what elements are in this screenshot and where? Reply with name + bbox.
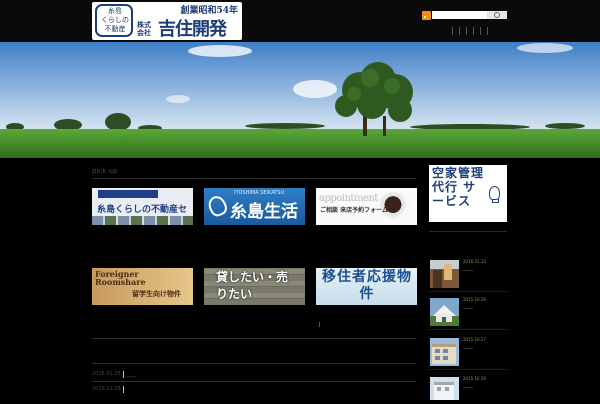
fish-icon [205,193,230,219]
banner-title-bar [98,190,158,198]
banner-itoshima-select[interactable]: 糸島くらしの不動産セレクト [92,188,193,225]
pickup-divider [92,178,416,179]
post-date: 2015.10.27 [463,337,486,342]
coffee-cup-icon [375,192,411,220]
banner-itoshima-seikatsu[interactable]: ITOSHIMA SEIKATSU 糸島生活 [204,188,305,225]
post-thumbnail[interactable] [430,298,459,326]
post-divider [429,369,507,370]
banner-appointment[interactable]: appointment ご相談 来店予約フォーム [316,188,417,225]
nav-link[interactable] [487,27,488,35]
lightbulb-icon [489,186,500,203]
banner-lend-sell[interactable]: 貸したい・売りたい [204,268,305,305]
sidebar-post[interactable]: 2015.10.27 [429,337,507,370]
logo-emblem-line: くらしの [101,16,129,24]
banner-label: 貸したい・売りたい [216,270,289,301]
logo-emblem: 糸島 くらしの 不動産 [95,4,133,37]
search-input[interactable] [432,11,487,19]
banner-photo-strip [92,216,193,225]
news-date: 2015.12.28 [92,386,121,392]
rss-icon[interactable] [422,11,431,20]
post-date: 2015.10.26 [463,376,486,381]
hero-landscape-image [0,42,600,158]
post-title-placeholder [463,270,473,271]
sidebar-divider [429,231,507,232]
banner-label: 移住者応援物件 [322,269,412,302]
post-title-placeholder [463,348,473,349]
banner-label-en: Foreigner Roomshare [95,269,146,287]
header-nav [452,27,488,35]
logo-company-type: 株式 会社 [137,21,157,37]
nav-link[interactable] [459,27,460,35]
post-date: 2016.01.13 [463,259,486,264]
banner-label-jp: ご相談 来店予約フォーム [320,207,388,214]
nav-link[interactable] [466,27,467,35]
news-item[interactable]: 2016.01.25 ____ [92,370,136,378]
hero-slider[interactable] [0,42,600,158]
post-title-placeholder [463,308,473,309]
news-separator [122,385,124,393]
nav-link[interactable] [452,27,453,35]
company-logo[interactable]: 糸島 くらしの 不動産 創業昭和54年 株式 会社 吉住開発 [92,2,242,40]
news-separator [122,370,124,378]
nav-link[interactable] [473,27,474,35]
pickup-heading: pick up [92,167,118,175]
header-bar: 糸島 くらしの 不動産 創業昭和54年 株式 会社 吉住開発 [0,0,600,42]
banner-label-jp: 留学生向け物件 [132,290,181,298]
news-item[interactable]: 2015.12.28 [92,385,126,393]
search-button[interactable] [487,11,507,19]
sidebar-post[interactable]: 2016.01.13 [429,259,507,292]
post-thumbnail[interactable] [430,377,459,400]
banner-label: 空家管理 代行 サービス [432,166,485,208]
news-title[interactable]: ____ [126,371,136,377]
search-icon [494,12,500,18]
post-date: 2015.10.26 [463,297,486,302]
banner-label-en: appointment [319,193,378,204]
banner-relocation-support[interactable]: 移住者応援物件 [316,268,417,305]
post-divider [429,291,507,292]
news-divider [92,363,416,364]
news-divider [92,338,416,339]
list-marker [319,322,320,327]
post-title-placeholder [463,387,473,388]
post-divider [429,329,507,330]
banner-foreigner-roomshare[interactable]: Foreigner Roomshare 留学生向け物件 [92,268,193,305]
news-divider [92,381,416,382]
post-thumbnail[interactable] [430,260,459,288]
sidebar-post[interactable]: 2015.10.26 [429,297,507,330]
logo-emblem-line: 糸島 [108,7,122,15]
logo-emblem-line: 不動産 [104,25,126,33]
post-thumbnail[interactable] [430,338,459,366]
news-date: 2016.01.25 [92,371,121,377]
logo-company-name: 吉住開発 [158,19,227,40]
nav-link[interactable] [480,27,481,35]
banner-vacant-house-management[interactable]: 空家管理 代行 サービス [429,165,507,222]
sidebar-post[interactable]: 2015.10.26 [429,376,507,400]
banner-label: 糸島生活 [230,202,298,222]
banner-subtitle: ITOSHIMA SEIKATSU [234,190,285,196]
logo-company-type-line: 会社 [137,28,151,37]
